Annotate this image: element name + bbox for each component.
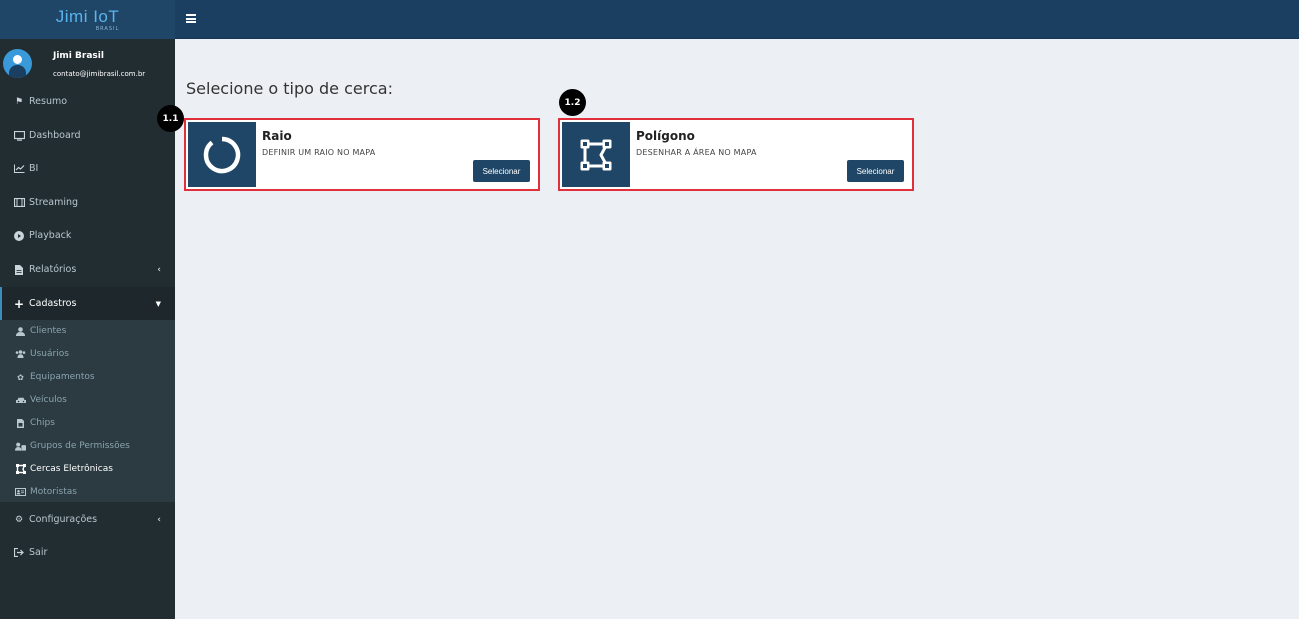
- sidebar-item-playback[interactable]: Playback: [0, 219, 175, 252]
- sub-item-label: Chips: [30, 418, 55, 428]
- sub-item-grupos-permissoes[interactable]: Grupos de Permissões: [0, 436, 175, 456]
- user-panel: Jimi Brasil contato@jimibrasil.com.br: [0, 39, 175, 85]
- user-icon: [15, 326, 26, 336]
- draw-polygon-icon: [562, 122, 630, 187]
- sidebar-item-label: BI: [29, 163, 39, 174]
- plus-icon: +: [13, 296, 25, 311]
- sidebar-item-configuracoes[interactable]: ⚙ Configurações ‹: [0, 503, 175, 536]
- sub-item-label: Grupos de Permissões: [30, 441, 130, 451]
- sign-out-icon: [13, 548, 25, 557]
- cadastros-submenu: Clientes Usuários ✿ Equipamentos Veículo…: [0, 320, 175, 502]
- step-badge: 1.1: [157, 105, 184, 132]
- file-icon: [13, 264, 25, 275]
- users-icon: [15, 350, 26, 358]
- sidebar-item-sair[interactable]: Sair: [0, 536, 175, 569]
- sub-item-motoristas[interactable]: Motoristas: [0, 482, 175, 502]
- fence-type-card-raio[interactable]: Raio DEFINIR UM RAIO NO MAPA Selecionar: [184, 118, 540, 191]
- cogs-icon: ✿: [17, 372, 24, 382]
- user-email: contato@jimibrasil.com.br: [53, 70, 146, 78]
- car-icon: [15, 397, 26, 404]
- sub-item-chips[interactable]: Chips: [0, 413, 175, 433]
- sidebar-item-label: Dashboard: [29, 130, 81, 141]
- map-marked-icon: ⚑: [14, 96, 24, 107]
- step-badge: 1.2: [559, 89, 586, 116]
- top-navbar: [175, 0, 1299, 39]
- sub-item-label: Motoristas: [30, 487, 77, 497]
- sub-item-label: Cercas Eletrônicas: [30, 464, 113, 474]
- line-chart-icon: [13, 164, 25, 173]
- sub-item-label: Usuários: [30, 349, 69, 359]
- sidebar-item-dashboard[interactable]: Dashboard: [0, 119, 175, 152]
- card-title: Raio: [262, 129, 292, 143]
- card-description: DESENHAR A ÁREA NO MAPA: [636, 148, 757, 157]
- play-circle-icon: [13, 230, 25, 241]
- chevron-left-icon: ‹: [157, 514, 161, 525]
- sidebar-item-resumo[interactable]: ⚑ Resumo: [0, 85, 175, 118]
- desktop-icon: [13, 130, 25, 141]
- id-card-icon: [15, 488, 26, 496]
- chevron-down-icon: ▼: [155, 299, 161, 308]
- sidebar-item-relatorios[interactable]: Relatórios ‹: [0, 253, 175, 286]
- sub-item-label: Clientes: [30, 326, 67, 336]
- sidebar-item-bi[interactable]: BI: [0, 152, 175, 185]
- sub-item-clientes[interactable]: Clientes: [0, 321, 175, 341]
- sim-card-icon: [15, 418, 26, 428]
- sub-item-equipamentos[interactable]: ✿ Equipamentos: [0, 367, 175, 387]
- draw-polygon-icon: [15, 464, 26, 474]
- user-name: Jimi Brasil: [53, 51, 104, 61]
- select-poligono-button[interactable]: Selecionar: [847, 160, 904, 182]
- avatar: [3, 49, 32, 78]
- sub-item-label: Veículos: [30, 395, 67, 405]
- card-description: DEFINIR UM RAIO NO MAPA: [262, 148, 376, 157]
- cog-icon: ⚙: [14, 514, 24, 525]
- sidebar-item-label: Playback: [29, 230, 72, 241]
- sub-item-label: Equipamentos: [30, 372, 95, 382]
- chevron-left-icon: ‹: [157, 264, 161, 275]
- sidebar: Jimi Brasil contato@jimibrasil.com.br ⚑ …: [0, 39, 175, 619]
- menu-toggle-icon[interactable]: [186, 14, 196, 23]
- sidebar-item-cadastros[interactable]: + Cadastros ▼: [0, 287, 175, 320]
- sidebar-item-label: Streaming: [29, 197, 79, 208]
- sidebar-item-label: Relatórios: [29, 264, 77, 275]
- sidebar-item-streaming[interactable]: Streaming: [0, 186, 175, 219]
- user-group-icon: [15, 442, 26, 451]
- sub-item-usuarios[interactable]: Usuários: [0, 344, 175, 364]
- page-title: Selecione o tipo de cerca:: [186, 79, 393, 98]
- logo[interactable]: Jimi IoT BRASIL: [0, 0, 175, 39]
- logo-subtext: BRASIL: [95, 25, 120, 32]
- circle-notch-icon: [188, 122, 256, 187]
- card-title: Polígono: [636, 129, 695, 143]
- sub-item-veiculos[interactable]: Veículos: [0, 390, 175, 410]
- fence-type-card-poligono[interactable]: Polígono DESENHAR A ÁREA NO MAPA Selecio…: [558, 118, 914, 191]
- sidebar-item-label: Cadastros: [29, 298, 77, 309]
- sidebar-item-label: Resumo: [29, 96, 68, 107]
- film-icon: [13, 198, 25, 207]
- logo-text: Jimi IoT: [55, 6, 120, 26]
- select-raio-button[interactable]: Selecionar: [473, 160, 530, 182]
- sub-item-cercas-eletronicas[interactable]: Cercas Eletrônicas: [0, 459, 175, 479]
- sidebar-item-label: Configurações: [29, 514, 98, 525]
- sidebar-item-label: Sair: [29, 547, 48, 558]
